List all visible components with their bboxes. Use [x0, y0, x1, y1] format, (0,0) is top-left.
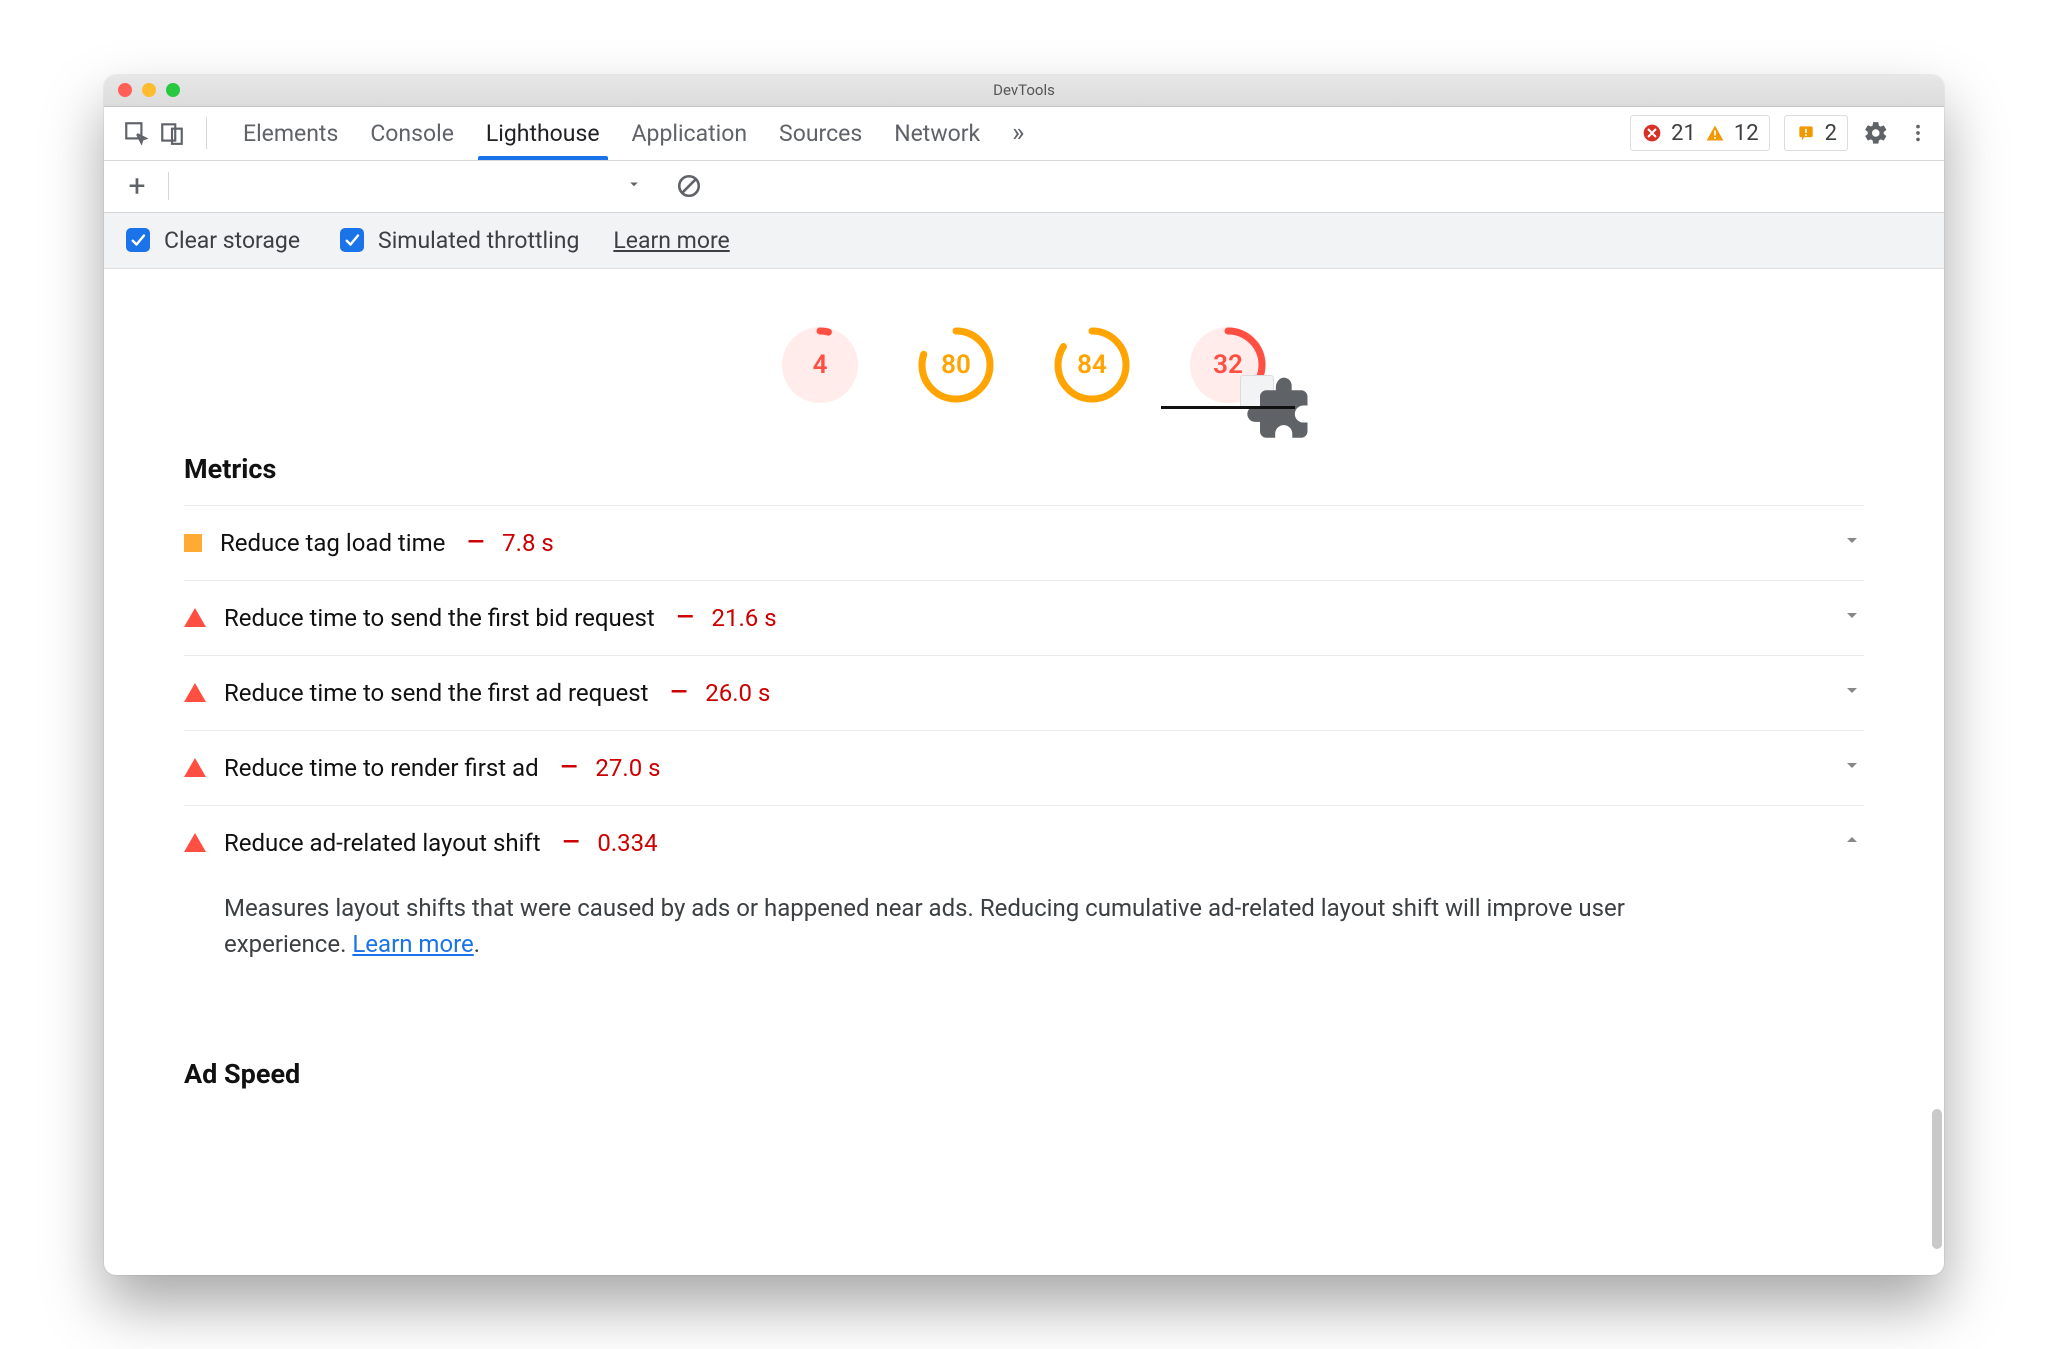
error-count: 21 — [1671, 121, 1696, 146]
gauge-2[interactable]: 84 — [1054, 327, 1130, 403]
chevron-down-icon[interactable] — [1840, 678, 1864, 708]
metric-value: 21.6 s — [711, 604, 776, 632]
gauge-3[interactable]: 32 — [1190, 327, 1266, 403]
chevron-up-icon[interactable] — [1840, 828, 1864, 858]
metric-value: 0.334 — [597, 829, 657, 857]
metric-dash: — — [670, 680, 687, 705]
metrics-section: Metrics Reduce tag load time — 7.8 s Red… — [104, 437, 1944, 1032]
metric-label: Reduce time to render first ad — [224, 754, 539, 782]
chevron-down-icon[interactable] — [1840, 603, 1864, 633]
metric-label: Reduce ad-related layout shift — [224, 829, 541, 857]
lighthouse-toolbar: + — [104, 161, 1944, 213]
lighthouse-settings-bar: Clear storage Simulated throttling Learn… — [104, 213, 1944, 269]
more-tabs-icon[interactable]: » — [1004, 119, 1032, 147]
metric-row[interactable]: Reduce time to render first ad — 27.0 s — [184, 730, 1864, 805]
metric-value: 26.0 s — [705, 679, 770, 707]
issues-count-value: 2 — [1825, 121, 1837, 146]
clear-icon[interactable] — [675, 172, 703, 200]
warning-icon — [1704, 122, 1726, 144]
metric-row[interactable]: Reduce tag load time — 7.8 s — [184, 505, 1864, 580]
tab-sources[interactable]: Sources — [763, 106, 878, 160]
metric-label: Reduce tag load time — [220, 529, 445, 557]
error-icon — [1641, 122, 1663, 144]
throttling-checkbox[interactable] — [340, 228, 364, 252]
separator — [168, 172, 169, 200]
tab-elements[interactable]: Elements — [227, 106, 354, 160]
tab-console[interactable]: Console — [354, 106, 470, 160]
right-tools: 21 12 2 — [1630, 115, 1932, 151]
adspeed-title: Ad Speed — [184, 1042, 1864, 1110]
devtools-tab-bar: ElementsConsoleLighthouseApplicationSour… — [104, 107, 1944, 161]
tab-application[interactable]: Application — [616, 106, 764, 160]
gauge-active-underline — [1161, 406, 1295, 409]
scrollbar-thumb[interactable] — [1932, 1109, 1942, 1249]
inspect-icon[interactable] — [122, 119, 150, 147]
tab-lighthouse[interactable]: Lighthouse — [470, 106, 616, 160]
metric-value: 7.8 s — [502, 529, 554, 557]
issues-icon — [1795, 122, 1817, 144]
triangle-icon — [184, 608, 206, 627]
metric-label: Reduce time to send the first ad request — [224, 679, 648, 707]
devtools-window: DevTools ElementsConsoleLighthouseApplic… — [104, 75, 1944, 1275]
triangle-icon — [184, 758, 206, 777]
learn-more-link[interactable]: Learn more — [613, 227, 729, 254]
tab-network[interactable]: Network — [878, 106, 996, 160]
metric-row[interactable]: Reduce time to send the first ad request… — [184, 655, 1864, 730]
throttling-label: Simulated throttling — [378, 227, 579, 254]
issues-count[interactable]: 2 — [1784, 115, 1848, 151]
kebab-menu-icon[interactable] — [1904, 119, 1932, 147]
chevron-down-icon[interactable] — [1840, 753, 1864, 783]
metric-row[interactable]: Reduce ad-related layout shift — 0.334 — [184, 805, 1864, 880]
clear-storage-checkbox[interactable] — [126, 228, 150, 252]
triangle-icon — [184, 833, 206, 852]
lighthouse-report: 4 80 84 32 — [104, 269, 1944, 1275]
gauge-1[interactable]: 80 — [918, 327, 994, 403]
clear-storage-label: Clear storage — [164, 227, 300, 254]
new-report-button[interactable]: + — [122, 169, 152, 204]
learn-more-link[interactable]: Learn more — [352, 930, 473, 958]
settings-icon[interactable] — [1862, 119, 1890, 147]
score-gauges: 4 80 84 32 — [104, 269, 1944, 437]
metric-dash: — — [467, 530, 484, 555]
metric-description: Measures layout shifts that were caused … — [184, 880, 1704, 992]
mac-titlebar: DevTools — [104, 75, 1944, 107]
metric-row[interactable]: Reduce time to send the first bid reques… — [184, 580, 1864, 655]
report-dropdown-icon[interactable] — [625, 175, 643, 197]
metric-value: 27.0 s — [595, 754, 660, 782]
metric-dash: — — [563, 830, 580, 855]
triangle-icon — [184, 683, 206, 702]
chevron-down-icon[interactable] — [1840, 528, 1864, 558]
metric-dash: — — [561, 755, 578, 780]
device-toggle-icon[interactable] — [158, 119, 186, 147]
adspeed-section: Ad Speed — [104, 1032, 1944, 1150]
warning-count: 12 — [1734, 121, 1759, 146]
metrics-title: Metrics — [184, 437, 1864, 505]
error-warning-counts[interactable]: 21 12 — [1630, 115, 1769, 151]
metric-label: Reduce time to send the first bid reques… — [224, 604, 655, 632]
square-icon — [184, 534, 202, 552]
plugin-icon — [1240, 375, 1274, 409]
window-title: DevTools — [104, 81, 1944, 99]
metric-dash: — — [677, 605, 694, 630]
gauge-0[interactable]: 4 — [782, 327, 858, 403]
separator — [206, 117, 207, 149]
